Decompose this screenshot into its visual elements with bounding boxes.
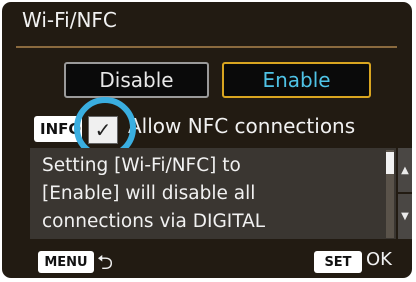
description-line: Setting [Wi-Fi/NFC] to — [42, 155, 241, 176]
disable-button[interactable]: Disable — [64, 62, 209, 98]
description-line: connections via DIGITAL — [42, 211, 266, 232]
ok-label: OK — [366, 249, 392, 270]
description-text: Setting [Wi-Fi/NFC] to [Enable] will dis… — [42, 152, 372, 236]
camera-menu-screen: Wi-Fi/NFC Disable Enable INFO ✓ Allow NF… — [2, 2, 412, 278]
scroll-up-button[interactable]: ▲ — [398, 148, 412, 192]
menu-button[interactable]: MENU — [38, 251, 94, 273]
back-arrow-icon: ⮌ — [97, 250, 114, 274]
enable-button[interactable]: Enable — [222, 62, 371, 98]
arrow-up-icon: ▲ — [401, 164, 409, 176]
nfc-option-label: Allow NFC connections — [128, 114, 356, 138]
description-line: [Enable] will disable all — [42, 183, 256, 204]
description-panel: Setting [Wi-Fi/NFC] to [Enable] will dis… — [30, 148, 396, 239]
scroll-down-button[interactable]: ▼ — [398, 194, 412, 239]
title-divider — [16, 46, 397, 48]
set-button[interactable]: SET — [314, 251, 362, 273]
page-title: Wi-Fi/NFC — [22, 8, 117, 32]
arrow-down-icon: ▼ — [401, 211, 409, 222]
scrollbar-thumb[interactable] — [386, 152, 394, 174]
